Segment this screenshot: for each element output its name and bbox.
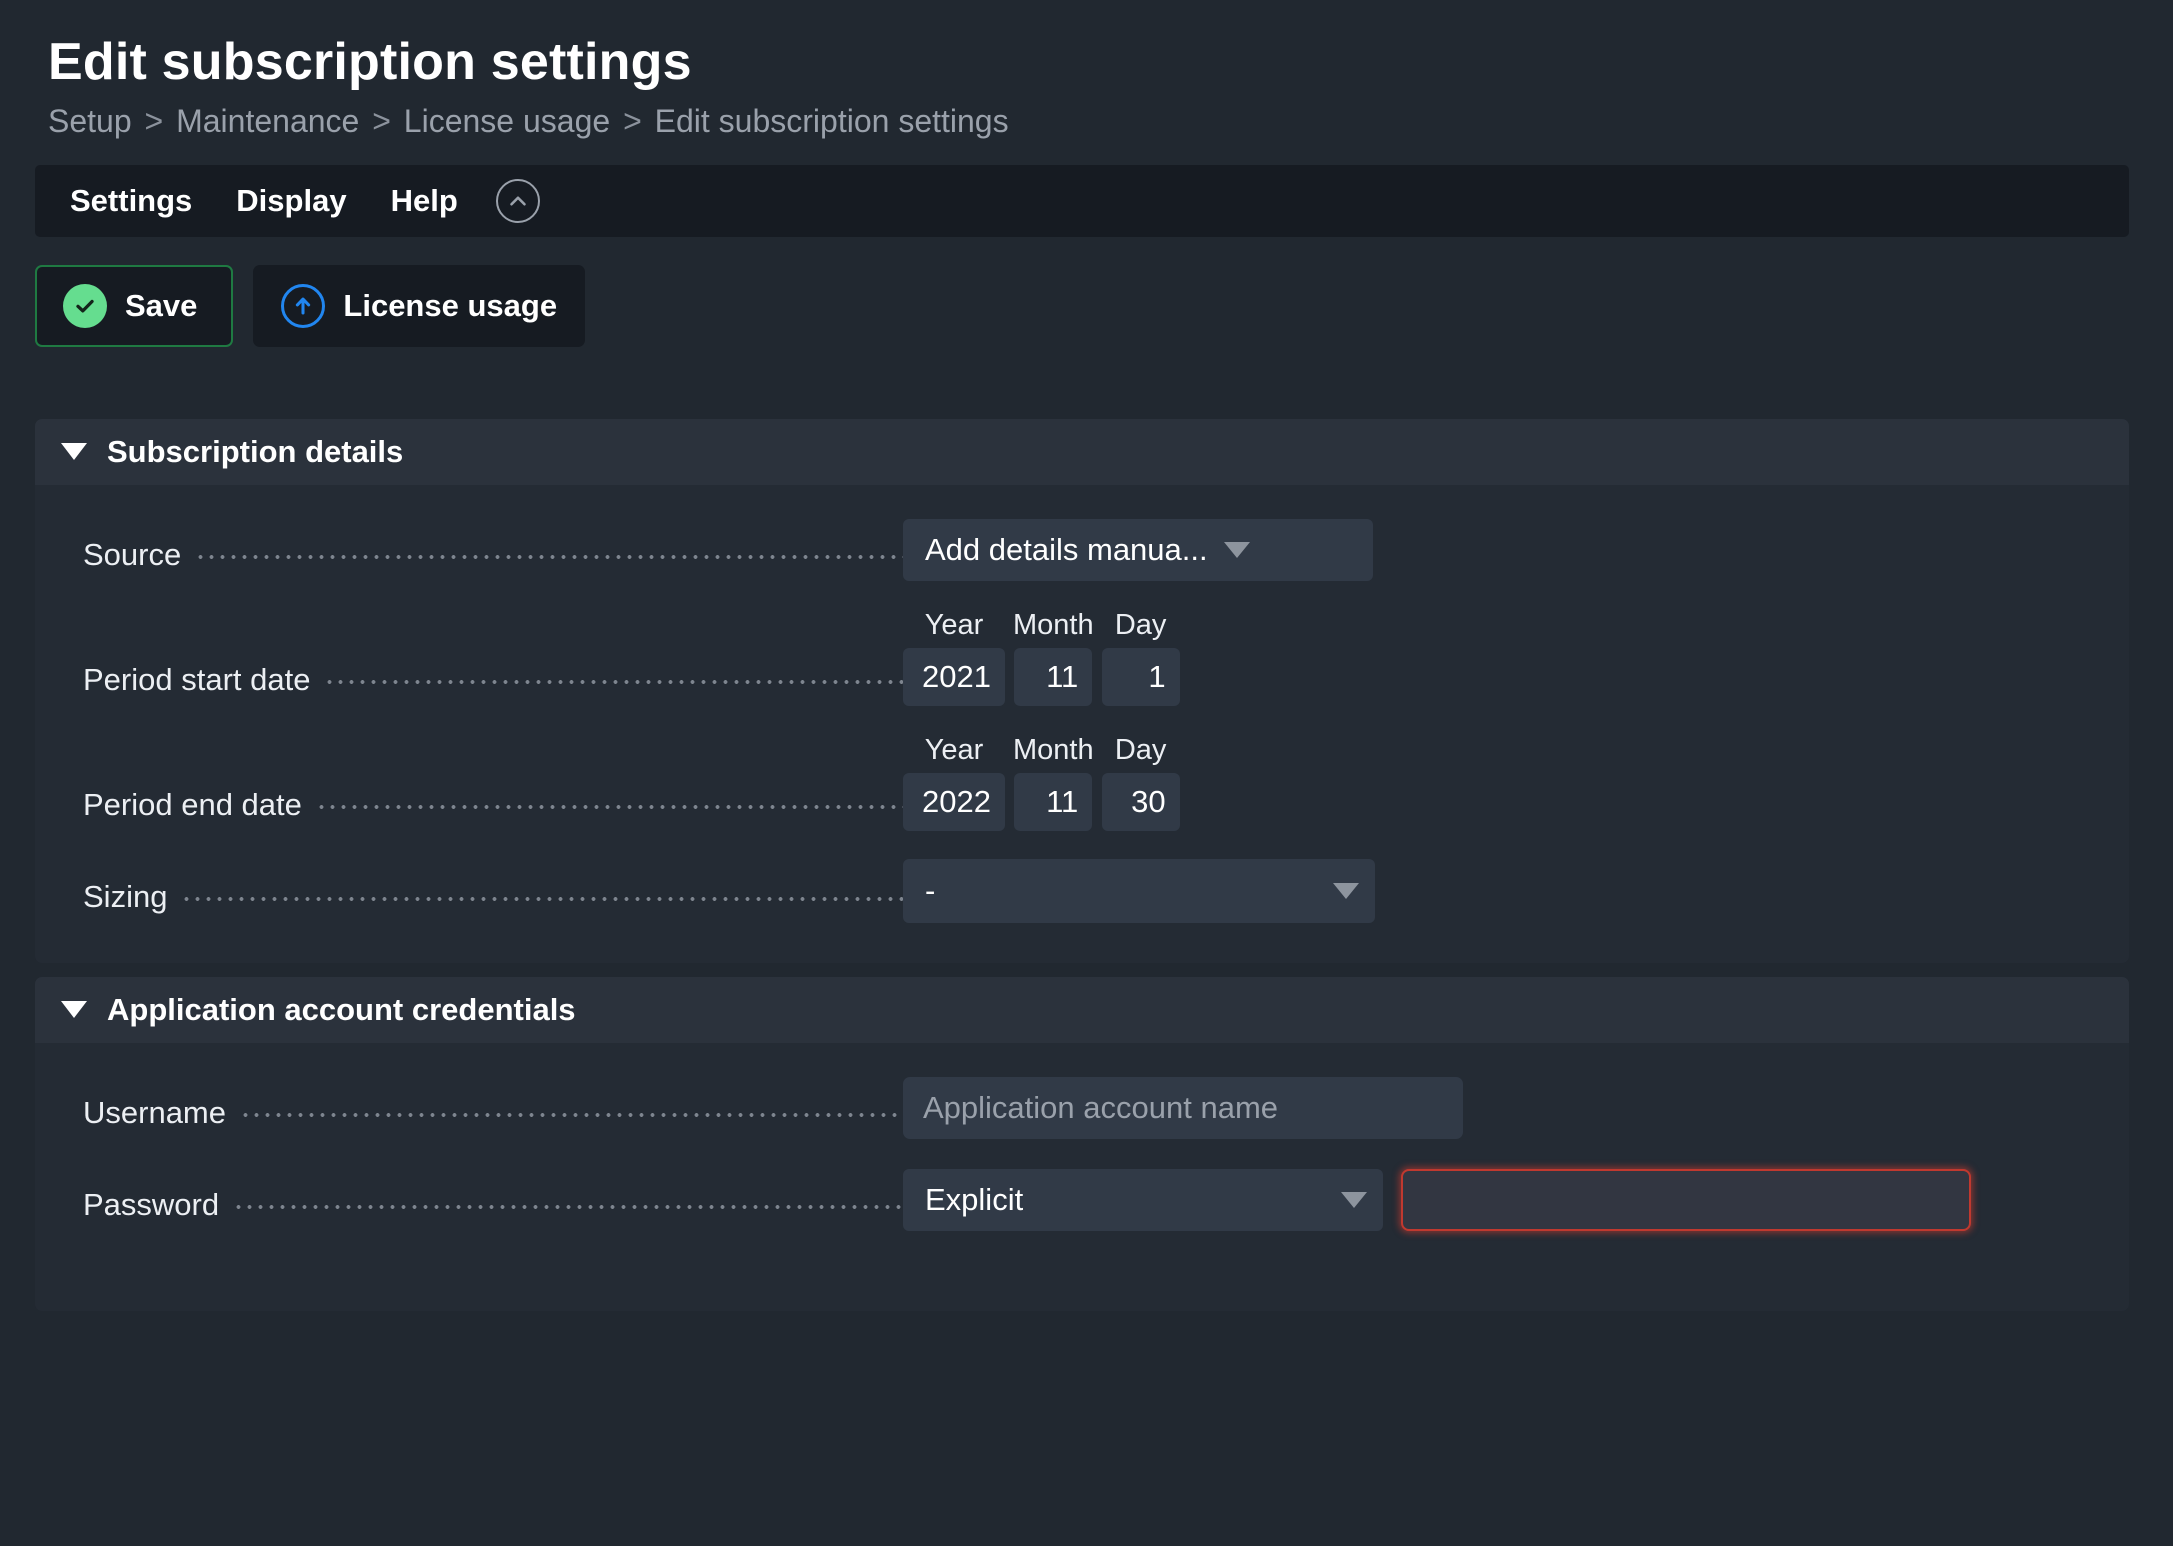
day-label: Day	[1114, 733, 1167, 766]
page-header: Edit subscription settings Setup > Maint…	[0, 0, 2173, 143]
dotted-leader	[240, 1111, 903, 1118]
period-start-date-group: Year 2021 Month 11 Day 1	[903, 609, 1180, 706]
period-end-control: Year 2022 Month 11 Day 30	[903, 734, 1180, 831]
app-root: Edit subscription settings Setup > Maint…	[0, 0, 2173, 1546]
caret-down-icon[interactable]	[61, 443, 87, 461]
breadcrumb-item-setup[interactable]: Setup	[48, 103, 132, 139]
username-placeholder: Application account name	[923, 1089, 1279, 1125]
subscription-details-body: Source Add details manua... Period start…	[35, 484, 2129, 963]
application-account-credentials-panel: Application account credentials Username…	[35, 976, 2129, 1311]
month-label: Month	[1013, 608, 1094, 641]
source-select[interactable]: Add details manua...	[903, 518, 1373, 581]
breadcrumb: Setup > Maintenance > License usage > Ed…	[48, 101, 2173, 143]
subscription-details-header[interactable]: Subscription details	[35, 418, 2129, 485]
year-label: Year	[924, 608, 984, 641]
row-period-end-date: Period end date Year 2022 Month 11 Day 3…	[35, 728, 2129, 831]
sizing-label: Sizing	[83, 878, 168, 914]
day-label: Day	[1114, 608, 1167, 641]
period-end-month: Month 11	[1013, 734, 1094, 831]
subscription-details-title: Subscription details	[107, 433, 404, 469]
arrow-up-circle-icon	[281, 283, 326, 328]
period-end-year-input[interactable]: 2022	[903, 772, 1005, 831]
license-usage-button[interactable]: License usage	[253, 264, 586, 347]
chevron-down-icon	[1223, 541, 1250, 558]
period-end-year: Year 2022	[903, 734, 1005, 831]
period-start-year: Year 2021	[903, 609, 1005, 706]
password-label: Password	[83, 1186, 220, 1222]
source-label-cell: Source	[83, 537, 903, 581]
row-period-start-date: Period start date Year 2021 Month 11 Day…	[35, 603, 2129, 706]
chevron-down-icon	[1333, 882, 1359, 899]
username-label-cell: Username	[83, 1095, 903, 1139]
dotted-leader	[324, 678, 903, 685]
breadcrumb-item-maintenance[interactable]: Maintenance	[176, 103, 359, 139]
dotted-leader	[233, 1203, 903, 1210]
caret-down-icon[interactable]	[61, 1001, 87, 1019]
sizing-select-value: -	[925, 872, 936, 908]
chevron-up-icon[interactable]	[495, 178, 540, 223]
password-input[interactable]	[1401, 1168, 1971, 1231]
source-control: Add details manua...	[903, 518, 1373, 581]
dotted-leader	[315, 803, 903, 810]
period-start-day: Day 1	[1101, 608, 1180, 706]
chevron-down-icon	[1341, 1191, 1367, 1208]
period-start-control: Year 2021 Month 11 Day 1	[903, 609, 1180, 706]
credentials-title: Application account credentials	[107, 991, 576, 1027]
row-username: Username Application account name	[35, 1069, 2129, 1139]
password-type-select[interactable]: Explicit	[903, 1168, 1383, 1231]
save-button[interactable]: Save	[35, 264, 234, 347]
password-label-cell: Password	[83, 1187, 903, 1231]
menu-item-help[interactable]: Help	[369, 177, 480, 225]
period-start-year-input[interactable]: 2021	[903, 647, 1005, 706]
period-start-label-cell: Period start date	[83, 662, 903, 706]
check-circle-icon	[63, 283, 107, 328]
subscription-details-panel: Subscription details Source Add details …	[35, 418, 2129, 963]
source-select-value: Add details manua...	[925, 531, 1208, 567]
menu-item-display[interactable]: Display	[214, 177, 368, 225]
sizing-select[interactable]: -	[903, 858, 1375, 923]
credentials-body: Username Application account name Passwo…	[35, 1042, 2129, 1311]
month-label: Month	[1013, 733, 1094, 766]
period-end-month-input[interactable]: 11	[1014, 772, 1093, 831]
period-start-month-input[interactable]: 11	[1014, 647, 1093, 706]
dotted-leader	[181, 895, 903, 902]
action-toolbar: Save License usage	[35, 264, 2173, 347]
menu-item-settings[interactable]: Settings	[48, 177, 214, 225]
password-control: Explicit	[903, 1168, 1971, 1231]
source-label: Source	[83, 536, 182, 572]
page-title: Edit subscription settings	[48, 33, 692, 91]
username-input[interactable]: Application account name	[903, 1076, 1463, 1139]
dotted-leader	[195, 553, 903, 560]
sizing-label-cell: Sizing	[83, 879, 903, 923]
year-label: Year	[924, 733, 984, 766]
username-label: Username	[83, 1094, 226, 1130]
breadcrumb-item-current: Edit subscription settings	[654, 103, 1009, 140]
sizing-control: -	[903, 858, 1375, 923]
period-end-date-label: Period end date	[83, 786, 302, 822]
password-type-value: Explicit	[925, 1181, 1024, 1217]
save-button-label: Save	[125, 287, 198, 323]
breadcrumb-item-license-usage[interactable]: License usage	[404, 103, 610, 139]
period-start-date-label: Period start date	[83, 661, 311, 697]
period-end-label-cell: Period end date	[83, 787, 903, 831]
breadcrumb-separator: >	[372, 103, 391, 140]
period-end-date-group: Year 2022 Month 11 Day 30	[903, 734, 1180, 831]
row-sizing: Sizing -	[35, 853, 2129, 923]
row-password: Password Explicit	[35, 1161, 2129, 1231]
panel-bottom-spacer	[35, 1231, 2129, 1271]
credentials-header[interactable]: Application account credentials	[35, 976, 2129, 1043]
period-start-day-input[interactable]: 1	[1101, 647, 1180, 706]
menu-bar: Settings Display Help	[35, 164, 2129, 237]
period-end-day: Day 30	[1101, 733, 1180, 831]
breadcrumb-separator: >	[623, 103, 642, 140]
row-source: Source Add details manua...	[35, 511, 2129, 581]
breadcrumb-separator: >	[144, 103, 164, 140]
username-control: Application account name	[903, 1076, 1463, 1139]
period-start-month: Month 11	[1013, 609, 1094, 706]
license-usage-button-label: License usage	[343, 287, 558, 323]
period-end-day-input[interactable]: 30	[1101, 772, 1180, 831]
